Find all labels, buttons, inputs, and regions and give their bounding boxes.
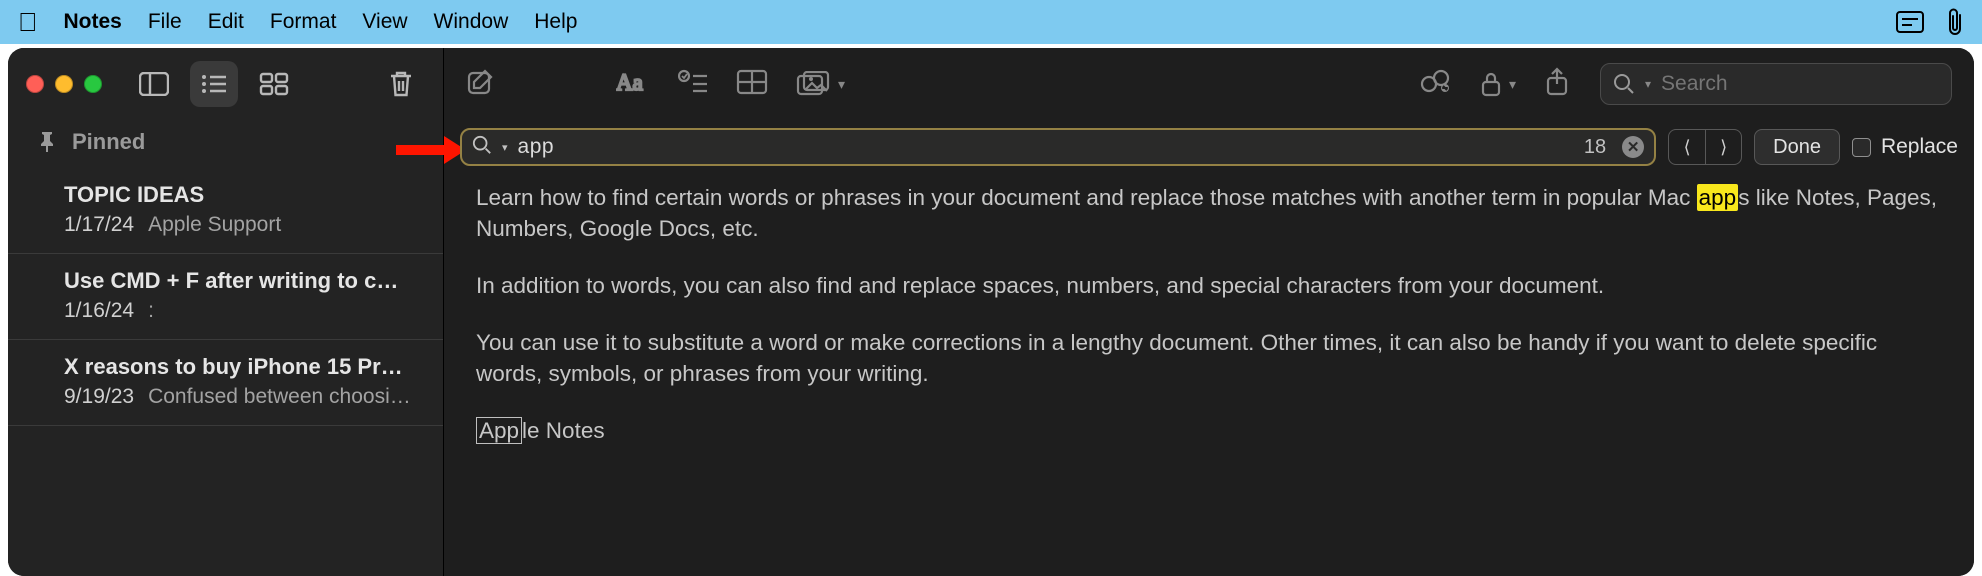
- close-window-button[interactable]: [26, 75, 44, 93]
- delete-note-button[interactable]: [377, 61, 425, 107]
- search-icon: [1613, 73, 1635, 95]
- find-input[interactable]: [518, 135, 1574, 159]
- menu-file[interactable]: File: [148, 10, 182, 34]
- sidebar-toolbar: [8, 48, 443, 120]
- note-body[interactable]: Learn how to find certain words or phras…: [444, 172, 1974, 472]
- note-title: X reasons to buy iPhone 15 Pr…: [64, 354, 443, 380]
- svg-text:Aa: Aa: [616, 70, 643, 95]
- note-list-item[interactable]: Use CMD + F after writing to c… 1/16/24 …: [8, 254, 443, 340]
- list-view-button[interactable]: [190, 61, 238, 107]
- text-style-button[interactable]: Aa: [616, 69, 650, 100]
- find-nav-segment: ⟨ ⟩: [1668, 129, 1742, 165]
- find-field[interactable]: ▾ 18 ✕: [460, 128, 1656, 166]
- chevron-down-icon: ▾: [1509, 76, 1516, 93]
- pinned-label: Pinned: [72, 129, 145, 155]
- search-input[interactable]: [1661, 72, 1939, 96]
- note-preview: Apple Support: [148, 213, 281, 237]
- note-preview: :: [148, 299, 154, 323]
- notes-list: TOPIC IDEAS 1/17/24 Apple Support Use CM…: [8, 164, 443, 426]
- menu-app-name[interactable]: Notes: [64, 10, 122, 34]
- table-button[interactable]: [736, 69, 768, 100]
- paragraph: In addition to words, you can also find …: [476, 270, 1942, 301]
- notes-app-window: Pinned TOPIC IDEAS 1/17/24 Apple Support…: [8, 48, 1974, 576]
- toolbar-search[interactable]: ▾: [1600, 63, 1952, 105]
- note-date: 9/19/23: [64, 385, 134, 409]
- editor-toolbar: Aa ▾ ▾: [444, 48, 1974, 120]
- note-title: Use CMD + F after writing to c…: [64, 268, 443, 294]
- editor-pane: Aa ▾ ▾: [444, 48, 1974, 576]
- paragraph: Learn how to find certain words or phras…: [476, 182, 1942, 244]
- search-icon: [472, 135, 492, 160]
- menu-edit[interactable]: Edit: [208, 10, 244, 34]
- paperclip-icon[interactable]: [1946, 7, 1964, 37]
- find-highlight: App: [476, 417, 522, 444]
- menu-help[interactable]: Help: [534, 10, 577, 34]
- find-next-button[interactable]: ⟩: [1705, 130, 1741, 164]
- find-done-button[interactable]: Done: [1754, 129, 1840, 165]
- clear-search-button[interactable]: ✕: [1622, 136, 1644, 158]
- macos-menubar:  Notes File Edit Format View Window Hel…: [0, 0, 1982, 44]
- find-bar: ▾ 18 ✕ ⟨ ⟩ Done Replace: [444, 120, 1974, 172]
- share-button[interactable]: [1544, 67, 1570, 102]
- replace-checkbox[interactable]: [1852, 138, 1871, 157]
- note-list-item[interactable]: X reasons to buy iPhone 15 Pr… 9/19/23 C…: [8, 340, 443, 426]
- paragraph: Apple Notes: [476, 415, 1942, 446]
- link-button[interactable]: [1419, 68, 1451, 101]
- note-preview: Confused between choosi…: [148, 385, 411, 409]
- lock-button[interactable]: ▾: [1479, 70, 1516, 98]
- paragraph: You can use it to substitute a word or m…: [476, 327, 1942, 389]
- quick-note-icon[interactable]: [1896, 11, 1924, 33]
- find-result-count: 18: [1584, 136, 1606, 159]
- replace-label: Replace: [1881, 135, 1958, 159]
- apple-menu-icon[interactable]: : [18, 7, 38, 38]
- note-date: 1/16/24: [64, 299, 134, 323]
- chevron-down-icon: ▾: [502, 141, 508, 154]
- menu-window[interactable]: Window: [434, 10, 509, 34]
- find-highlight-current: app: [1697, 184, 1739, 211]
- window-controls: [26, 75, 102, 93]
- menu-format[interactable]: Format: [270, 10, 337, 34]
- menu-view[interactable]: View: [362, 10, 407, 34]
- compose-button[interactable]: [466, 67, 496, 102]
- note-list-item[interactable]: TOPIC IDEAS 1/17/24 Apple Support: [8, 168, 443, 254]
- pinned-section-header: Pinned: [8, 120, 443, 164]
- toggle-sidebar-button[interactable]: [130, 61, 178, 107]
- find-prev-button[interactable]: ⟨: [1669, 130, 1705, 164]
- sidebar: Pinned TOPIC IDEAS 1/17/24 Apple Support…: [8, 48, 444, 576]
- checklist-button[interactable]: [678, 69, 708, 100]
- note-date: 1/17/24: [64, 213, 134, 237]
- chevron-down-icon: ▾: [838, 76, 845, 93]
- fullscreen-window-button[interactable]: [84, 75, 102, 93]
- chevron-down-icon: ▾: [1645, 77, 1651, 91]
- media-button[interactable]: ▾: [796, 71, 845, 97]
- note-title: TOPIC IDEAS: [64, 182, 443, 208]
- gallery-view-button[interactable]: [250, 61, 298, 107]
- minimize-window-button[interactable]: [55, 75, 73, 93]
- pin-icon: [38, 132, 56, 152]
- replace-toggle[interactable]: Replace: [1852, 135, 1958, 159]
